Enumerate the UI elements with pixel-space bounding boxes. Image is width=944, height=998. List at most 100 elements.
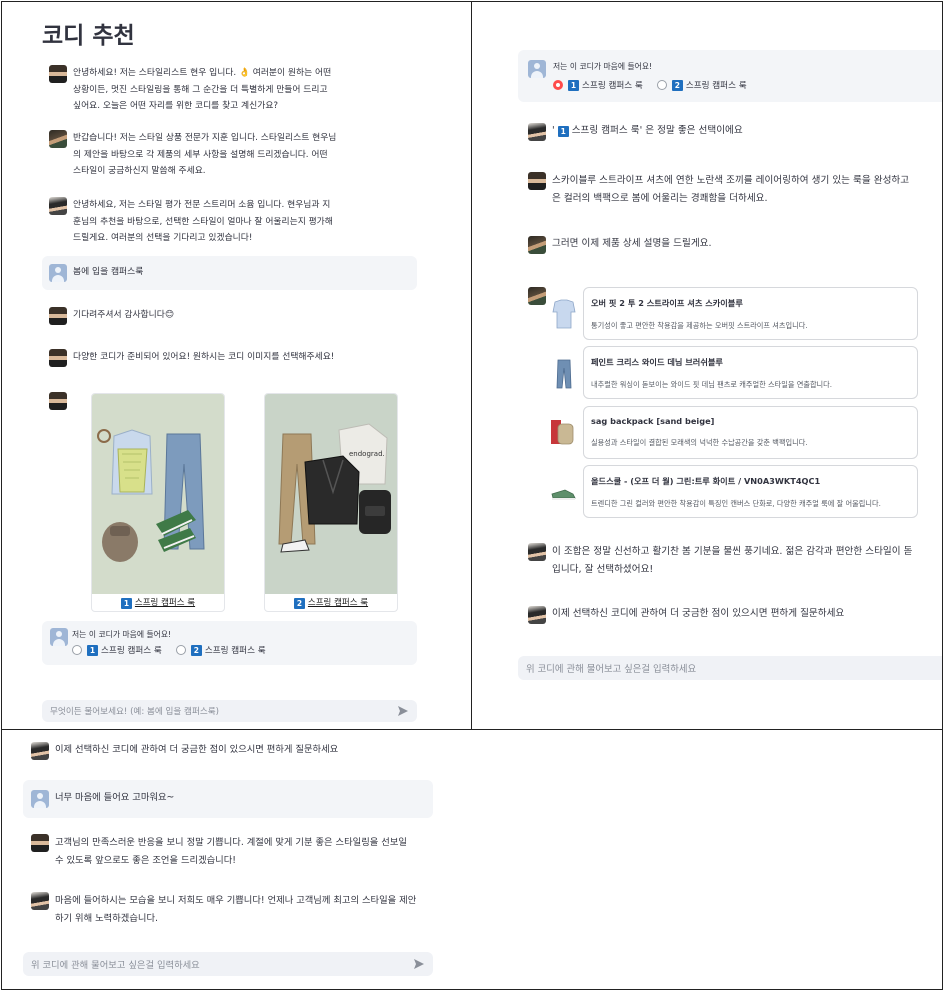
message-text: 이 조합은 정말 신선하고 활기찬 봄 기분을 물씬 풍기네요. 젊은 감각과 … xyxy=(552,546,913,575)
radio-label[interactable]: 스프링 캠퍼스 룩 xyxy=(205,644,266,656)
chat-message-user: 봄에 입을 캠퍼스룩 xyxy=(42,256,417,290)
stylist-avatar xyxy=(49,392,67,410)
quote-open: ' xyxy=(552,125,558,136)
number-badge: 1 xyxy=(557,126,569,137)
number-badge: 1 xyxy=(120,598,132,609)
number-badge: 2 xyxy=(293,598,305,609)
chat-message-evaluator: ' 1 스프링 캠퍼스 룩' 은 정말 좋은 선택이에요 xyxy=(528,123,942,141)
chooser-question: 저는 이 코디가 마음에 들어요! xyxy=(553,62,653,71)
radio-option-2[interactable]: 2 스프링 캠퍼스 룩 xyxy=(656,79,747,91)
number-badge: 2 xyxy=(190,644,202,656)
chat-message-evaluator: 이제 선택하신 코디에 관하여 더 궁금한 점이 있으시면 편하게 질문하세요 xyxy=(31,742,431,760)
backpack-thumb xyxy=(551,420,574,445)
outfit-image-2: endograd. xyxy=(278,423,391,553)
radio-label[interactable]: 스프링 캠퍼스 룩 xyxy=(582,79,643,91)
message-text: 마음에 들어하시는 모습을 보니 저희도 매우 기쁩니다! 언제나 고객님께 최… xyxy=(55,895,417,924)
outfit-photo-2[interactable]: endograd. xyxy=(265,394,397,594)
chat-input-placeholder: 위 코디에 관해 물어보고 싶은걸 입력하세요 xyxy=(526,664,697,675)
chat-message-stylist: 기다려주셔서 감사합니다😊 xyxy=(49,307,379,325)
message-text: 안녕하세요! 저는 스타일리스트 현우 입니다. 👌 여러분이 원하는 어떤 상… xyxy=(73,68,332,111)
stylist-avatar xyxy=(31,834,49,852)
product-expert-avatar xyxy=(49,130,67,148)
radio-button[interactable] xyxy=(175,645,186,655)
product-expert-avatar xyxy=(528,236,546,254)
outfit-label: 스프링 캠퍼스 룩 xyxy=(134,598,196,608)
message-text: 스카이블루 스트라이프 셔츠에 연한 노란색 조끼를 레이어링하여 생기 있는 … xyxy=(552,175,910,204)
message-text: 이제 선택하신 코디에 관하여 더 궁금한 점이 있으시면 편하게 질문하세요 xyxy=(55,744,339,755)
outfit-chooser: 저는 이 코디가 마음에 들어요! 1 스프링 캠퍼스 룩 2 스프링 캠퍼스 … xyxy=(518,50,942,102)
chat-message-evaluator: 이제 선택하신 코디에 관하여 더 궁금한 점이 있으시면 편하게 질문하세요 xyxy=(528,606,942,624)
number-badge: 1 xyxy=(568,79,579,91)
outfit-label: 스프링 캠퍼스 룩 xyxy=(307,598,369,608)
product-card-1[interactable]: 오버 핏 2 투 2 스트라이프 셔츠 스카이블루 통기성이 좋고 편안한 착용… xyxy=(583,287,918,340)
stylist-avatar xyxy=(49,65,67,83)
chat-input-placeholder: 위 코디에 관해 물어보고 싶은걸 입력하세요 xyxy=(31,960,200,971)
page-title: 코디 추천 xyxy=(42,23,135,49)
product-card-3[interactable]: sag backpack [sand beige] 실용성과 스타일이 결합된 … xyxy=(583,406,918,459)
evaluator-avatar xyxy=(528,606,546,624)
outfit-caption-1[interactable]: 1 스프링 캠퍼스 룩 xyxy=(92,596,224,609)
radio-button[interactable] xyxy=(656,80,667,90)
chat-message-stylist xyxy=(49,392,73,410)
radio-label[interactable]: 스프링 캠퍼스 룩 xyxy=(686,79,747,91)
radio-option-2[interactable]: 2 스프링 캠퍼스 룩 xyxy=(175,644,266,656)
product-description: 실용성과 스타일이 결합된 모래색의 넉넉한 수납공간을 갖춘 백팩입니다. xyxy=(591,438,808,447)
chooser-question: 저는 이 코디가 마음에 들어요! xyxy=(72,630,172,639)
chat-input[interactable]: 무엇이든 물어보세요! (예: 봄에 입을 캠퍼스룩) xyxy=(42,700,417,722)
product-name: 페인트 크리스 와이드 데님 브러쉬블루 xyxy=(591,357,723,367)
outfit-photo-1[interactable] xyxy=(92,394,224,594)
sneaker-thumb xyxy=(551,489,576,500)
stylist-avatar xyxy=(528,172,546,190)
chat-message-product-expert xyxy=(528,287,552,305)
chat-input-placeholder: 무엇이든 물어보세요! (예: 봄에 입을 캠퍼스룩) xyxy=(50,707,220,717)
number-badge: 2 xyxy=(671,79,683,91)
evaluator-avatar xyxy=(528,543,546,561)
outfit-radio-group: 1 스프링 캠퍼스 룩 2 스프링 캠퍼스 룩 xyxy=(72,644,280,656)
message-text: 고객님의 만족스러운 반응을 보니 정말 기쁩니다. 계절에 맞게 기분 좋은 … xyxy=(55,837,407,866)
number-badge: 1 xyxy=(87,644,98,656)
message-text: 너무 마음에 들어요 고마워요~ xyxy=(55,792,175,803)
product-name: sag backpack [sand beige] xyxy=(591,416,715,426)
chat-message-user: 너무 마음에 들어요 고마워요~ xyxy=(23,780,433,818)
radio-option-1[interactable]: 1 스프링 캠퍼스 룩 xyxy=(553,79,643,91)
evaluator-avatar xyxy=(31,892,49,910)
radio-button[interactable] xyxy=(72,645,82,655)
outfit-chooser: 저는 이 코디가 마음에 들어요! 1 스프링 캠퍼스 룩 2 스프링 캠퍼스 … xyxy=(42,621,417,665)
outfit-card-2[interactable]: endograd. 2 스프링 캠퍼스 룩 xyxy=(264,393,398,612)
chat-input[interactable]: 위 코디에 관해 물어보고 싶은걸 입력하세요 xyxy=(518,656,942,680)
chat-message-stylist: 안녕하세요! 저는 스타일리스트 현우 입니다. 👌 여러분이 원하는 어떤 상… xyxy=(49,65,349,115)
message-text: 그러면 이제 제품 상세 설명을 드릴게요. xyxy=(552,238,712,249)
radio-label[interactable]: 스프링 캠퍼스 룩 xyxy=(101,644,162,656)
chat-message-product-expert: 반갑습니다! 저는 스타일 상품 전문가 지훈 입니다. 스타일리스트 현우님 … xyxy=(49,130,349,180)
bottom-panel: 이제 선택하신 코디에 관하여 더 궁금한 점이 있으시면 편하게 질문하세요 … xyxy=(1,729,943,990)
selection-comment: ' 은 정말 좋은 선택이에요 xyxy=(639,125,743,136)
right-panel: 저는 이 코디가 마음에 들어요! 1 스프링 캠퍼스 룩 2 스프링 캠퍼스 … xyxy=(471,1,943,730)
product-card-4[interactable]: 올드스쿨 - (오프 더 월) 그린:트루 화이트 / VN0A3WKT4QC1… xyxy=(583,465,918,518)
chat-message-product-expert: 그러면 이제 제품 상세 설명을 드릴게요. xyxy=(528,236,928,254)
product-description: 통기성이 좋고 편안한 착용감을 제공하는 오버핏 스트라이프 셔츠입니다. xyxy=(591,321,808,330)
product-expert-avatar xyxy=(528,287,546,305)
outfit-radio-group: 1 스프링 캠퍼스 룩 2 스프링 캠퍼스 룩 xyxy=(553,79,761,91)
evaluator-avatar xyxy=(49,197,67,215)
shirt-thumb xyxy=(552,299,576,329)
send-icon[interactable] xyxy=(413,958,425,970)
product-card-2[interactable]: 페인트 크리스 와이드 데님 브러쉬블루 내추럴한 워싱이 돋보이는 와이드 핏… xyxy=(583,346,918,399)
user-avatar xyxy=(528,60,546,78)
product-description: 내추럴한 워싱이 돋보이는 와이드 핏 데님 팬츠로 캐주얼한 스타일을 연출합… xyxy=(591,380,833,389)
radio-button-selected[interactable] xyxy=(553,80,563,90)
stylist-avatar xyxy=(49,307,67,325)
chat-input[interactable]: 위 코디에 관해 물어보고 싶은걸 입력하세요 xyxy=(23,952,433,976)
send-icon[interactable] xyxy=(397,705,409,717)
radio-option-1[interactable]: 1 스프링 캠퍼스 룩 xyxy=(72,644,162,656)
chat-message-stylist: 스카이블루 스트라이프 셔츠에 연한 노란색 조끼를 레이어링하여 생기 있는 … xyxy=(528,172,942,208)
message-text: 반갑습니다! 저는 스타일 상품 전문가 지훈 입니다. 스타일리스트 현우님 … xyxy=(73,133,337,176)
outfit-card-1[interactable]: 1 스프링 캠퍼스 룩 xyxy=(91,393,225,612)
evaluator-avatar xyxy=(31,742,49,760)
outfit-caption-2[interactable]: 2 스프링 캠퍼스 룩 xyxy=(265,596,397,609)
chat-message-stylist: 고객님의 만족스러운 반응을 보니 정말 기쁩니다. 계절에 맞게 기분 좋은 … xyxy=(31,834,441,870)
product-name: 올드스쿨 - (오프 더 월) 그린:트루 화이트 / VN0A3WKT4QC1 xyxy=(591,476,821,486)
message-text: 봄에 입을 캠퍼스룩 xyxy=(73,267,144,277)
product-name: 오버 핏 2 투 2 스트라이프 셔츠 스카이블루 xyxy=(591,298,743,308)
chat-message-evaluator: 이 조합은 정말 신선하고 활기찬 봄 기분을 물씬 풍기네요. 젊은 감각과 … xyxy=(528,543,942,579)
message-text: 안녕하세요, 저는 스타일 평가 전문 스트리머 소윰 입니다. 현우님과 지 … xyxy=(73,200,333,243)
